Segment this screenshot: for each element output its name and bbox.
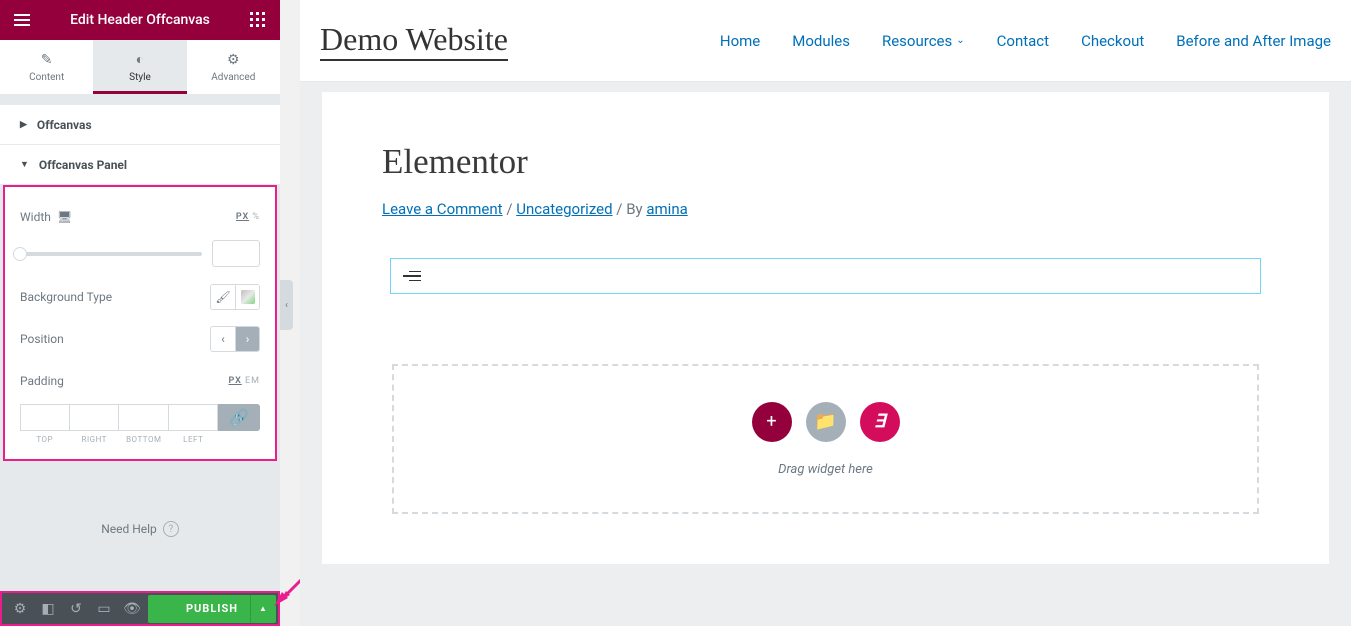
tabs: ✎ Content ◐ Style ⚙ Advanced — [0, 40, 280, 95]
offcanvas-panel-controls: Width 🖥 PX % Background Type 🖌 P — [3, 185, 277, 461]
nav-checkout[interactable]: Checkout — [1081, 32, 1144, 50]
bg-type-switch: 🖌 — [210, 284, 260, 310]
drop-zone-text: Drag widget here — [778, 462, 873, 477]
tab-content-label: Content — [29, 72, 64, 83]
contrast-icon: ◐ — [136, 51, 144, 68]
section-offcanvas-panel-label: Offcanvas Panel — [39, 158, 127, 172]
gradient-icon — [241, 290, 255, 304]
nav-home[interactable]: Home — [720, 32, 760, 50]
caret-down-icon: ▼ — [20, 159, 29, 170]
panel-title: Edit Header Offcanvas — [70, 12, 210, 28]
nav-resources[interactable]: Resources ⌄ — [882, 32, 965, 50]
position-label: Position — [20, 332, 64, 346]
padding-inputs: TOP RIGHT BOTTOM LEFT 🔗 — [20, 404, 260, 444]
add-section-button[interactable]: + — [752, 402, 792, 442]
drop-zone[interactable]: + 📁 ∃ Drag widget here — [392, 364, 1259, 514]
offcanvas-toggle-icon — [403, 271, 421, 282]
nav-before-after[interactable]: Before and After Image — [1176, 32, 1331, 50]
tab-style[interactable]: ◐ Style — [93, 40, 186, 94]
padding-left-input[interactable] — [169, 404, 219, 431]
bg-type-label: Background Type — [20, 290, 112, 304]
post-body: Elementor Leave a Comment / Uncategorize… — [322, 92, 1329, 564]
need-help[interactable]: Need Help ? — [0, 521, 280, 537]
tab-advanced[interactable]: ⚙ Advanced — [187, 40, 280, 94]
chevron-left-icon: ‹ — [285, 300, 288, 311]
bg-classic-option[interactable]: 🖌 — [211, 285, 235, 309]
width-slider-row — [20, 240, 260, 267]
bottom-bar: ⚙ ◧ ↺ ▭ 👁 PUBLISH ▲ — [0, 591, 280, 626]
menu-icon[interactable] — [12, 10, 32, 30]
width-units[interactable]: PX % — [236, 212, 260, 222]
padding-bottom-input[interactable] — [119, 404, 169, 431]
sidebar-header: Edit Header Offcanvas — [0, 0, 280, 40]
post-meta: Leave a Comment / Uncategorized / By ami… — [382, 200, 1269, 218]
chevron-right-icon: › — [246, 332, 250, 346]
nav-contact[interactable]: Contact — [997, 32, 1049, 50]
help-icon: ? — [163, 521, 179, 537]
width-label: Width — [20, 210, 51, 224]
history-icon[interactable]: ↺ — [62, 595, 90, 623]
padding-top-input[interactable] — [20, 404, 70, 431]
padding-control: Padding PX EM TOP RIGHT BOTTOM LEFT 🔗 — [20, 366, 260, 444]
settings-icon[interactable]: ⚙ — [6, 595, 34, 623]
publish-options-caret[interactable]: ▲ — [250, 595, 276, 623]
nav-modules[interactable]: Modules — [792, 32, 850, 50]
tab-content[interactable]: ✎ Content — [0, 40, 93, 94]
publish-button[interactable]: PUBLISH ▲ — [148, 595, 276, 623]
chevron-down-icon: ⌄ — [956, 35, 964, 46]
width-input[interactable] — [212, 240, 260, 267]
page-heading: Elementor — [382, 142, 1269, 182]
brush-icon: 🖌 — [215, 290, 230, 304]
position-right-option[interactable]: › — [235, 327, 259, 351]
gear-icon: ⚙ — [227, 52, 240, 68]
responsive-icon[interactable]: ▭ — [90, 595, 118, 623]
section-offcanvas-panel[interactable]: ▼ Offcanvas Panel — [0, 145, 280, 185]
elementor-sidebar: Edit Header Offcanvas ✎ Content ◐ Style … — [0, 0, 280, 591]
width-control: Width 🖥 PX % — [20, 202, 260, 232]
section-offcanvas-label: Offcanvas — [37, 118, 92, 132]
add-ekit-button[interactable]: ∃ — [860, 402, 900, 442]
tab-advanced-label: Advanced — [211, 72, 255, 83]
site-title[interactable]: Demo Website — [320, 20, 508, 60]
add-template-button[interactable]: 📁 — [806, 402, 846, 442]
padding-right-input[interactable] — [70, 404, 120, 431]
width-slider[interactable] — [20, 252, 202, 256]
collapse-handle[interactable]: ‹ — [280, 280, 293, 330]
link-icon: 🔗 — [229, 408, 249, 427]
padding-label: Padding — [20, 374, 64, 388]
folder-icon: 📁 — [814, 411, 836, 432]
author-link[interactable]: amina — [646, 200, 687, 218]
widgets-grid-icon[interactable] — [248, 10, 268, 30]
bg-gradient-option[interactable] — [235, 285, 259, 309]
padding-link-toggle[interactable]: 🔗 — [218, 404, 260, 431]
ekit-icon: ∃ — [874, 411, 885, 432]
leave-comment-link[interactable]: Leave a Comment — [382, 200, 503, 218]
caret-right-icon: ▶ — [20, 120, 27, 130]
nav-menu: Home Modules Resources ⌄ Contact Checkou… — [720, 32, 1331, 50]
padding-units[interactable]: PX EM — [228, 376, 260, 386]
site-header: Demo Website Home Modules Resources ⌄ Co… — [300, 0, 1351, 82]
position-left-option[interactable]: ‹ — [211, 327, 235, 351]
plus-icon: + — [766, 411, 776, 432]
offcanvas-widget[interactable] — [390, 258, 1261, 294]
bg-type-control: Background Type 🖌 — [20, 282, 260, 312]
tab-style-label: Style — [129, 72, 151, 83]
section-offcanvas[interactable]: ▶ Offcanvas — [0, 105, 280, 145]
preview-icon[interactable]: 👁 — [118, 595, 146, 623]
drop-zone-actions: + 📁 ∃ — [752, 402, 900, 442]
position-control: Position ‹ › — [20, 324, 260, 354]
chevron-left-icon: ‹ — [221, 332, 225, 346]
desktop-icon[interactable]: 🖥 — [57, 210, 72, 224]
category-link[interactable]: Uncategorized — [516, 200, 612, 218]
position-switch: ‹ › — [210, 326, 260, 352]
preview-area: Demo Website Home Modules Resources ⌄ Co… — [300, 0, 1351, 626]
navigator-icon[interactable]: ◧ — [34, 595, 62, 623]
pencil-icon: ✎ — [41, 52, 53, 68]
